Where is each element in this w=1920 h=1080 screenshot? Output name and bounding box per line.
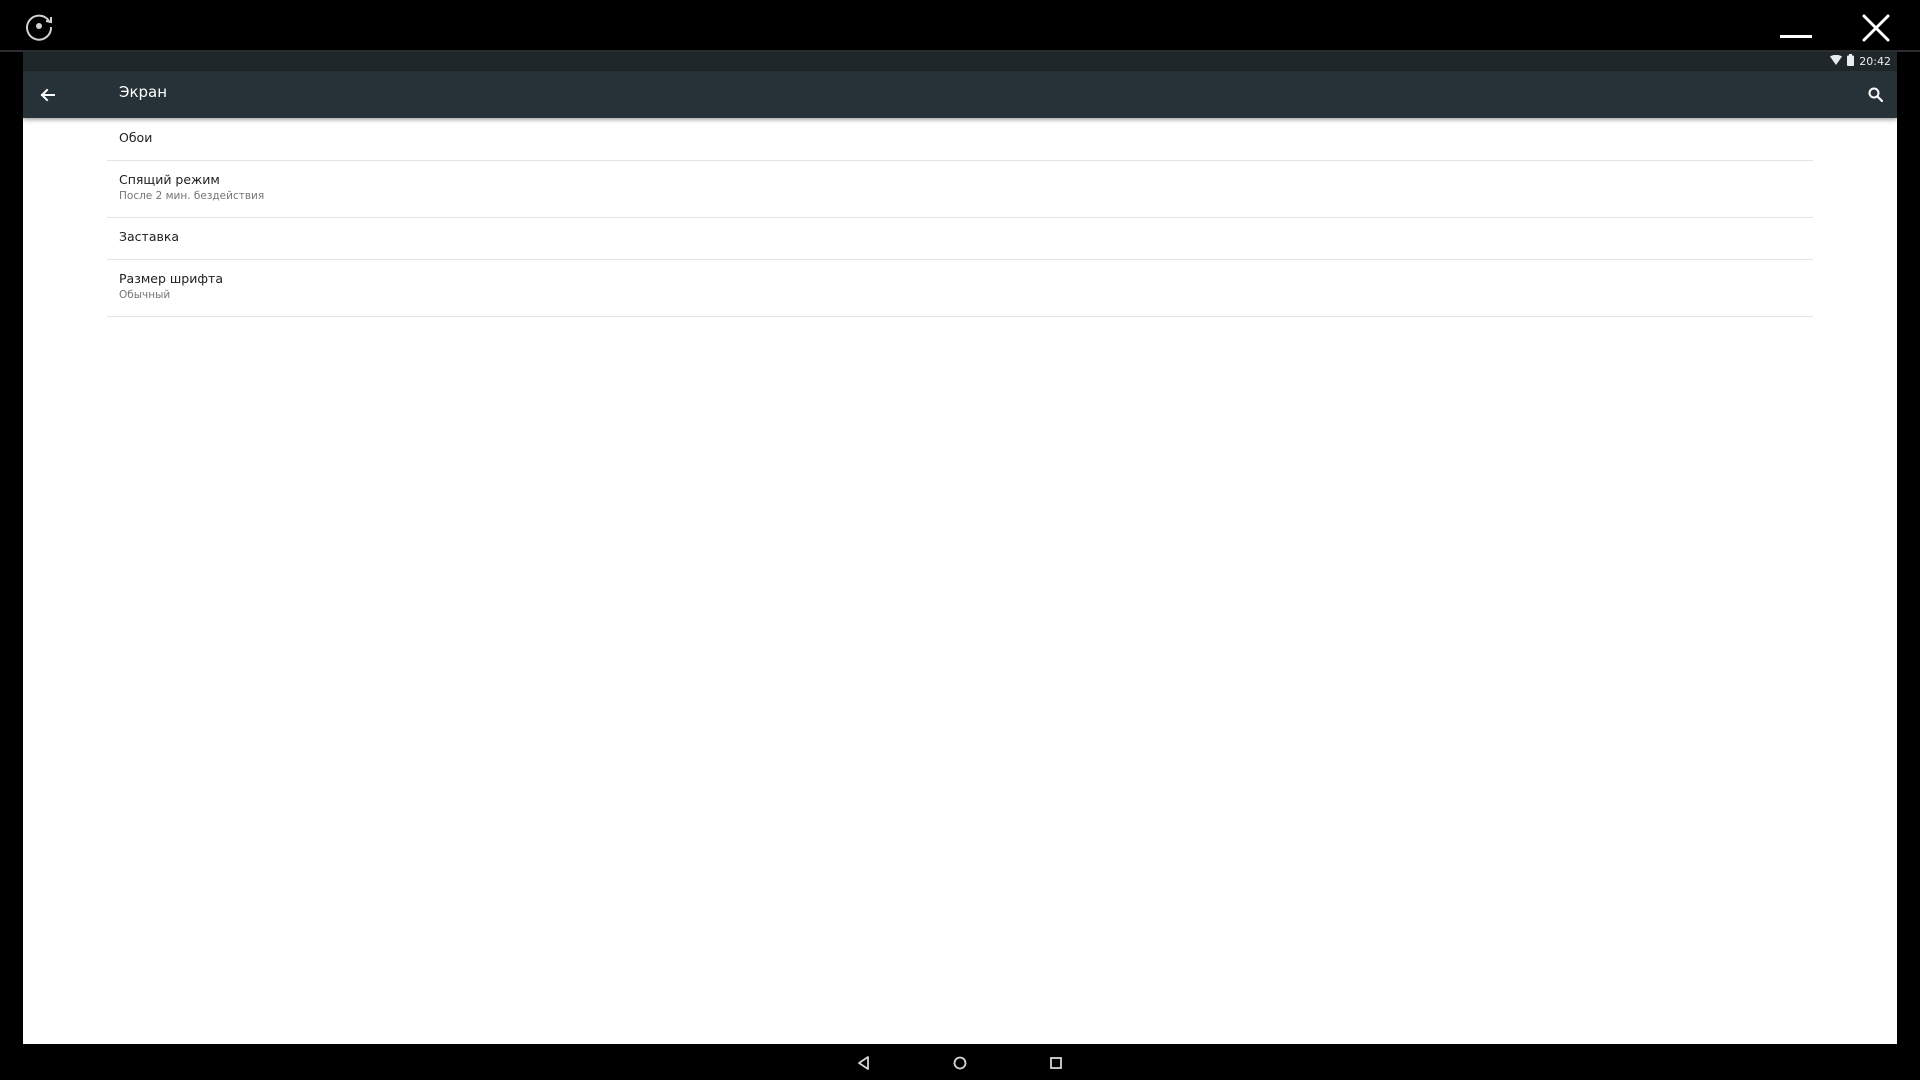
close-icon[interactable]	[1858, 10, 1894, 46]
minimize-icon[interactable]	[1776, 14, 1816, 44]
settings-item-title: Спящий режим	[119, 172, 220, 187]
settings-item-wallpaper[interactable]: Обои	[107, 119, 1813, 161]
settings-item-font-size[interactable]: Размер шрифта Обычный	[107, 260, 1813, 317]
nav-recents-icon[interactable]	[1045, 1052, 1067, 1074]
status-bar: 20:42	[23, 52, 1897, 71]
nav-back-icon[interactable]	[853, 1052, 875, 1074]
settings-item-subtitle: Обычный	[119, 289, 171, 301]
app-bar: Экран	[23, 71, 1897, 118]
nav-home-icon[interactable]	[949, 1052, 971, 1074]
navigation-bar	[0, 1044, 1920, 1080]
status-icons: 20:42	[1830, 54, 1891, 69]
settings-item-sleep[interactable]: Спящий режим После 2 мин. бездействия	[107, 161, 1813, 218]
settings-item-title: Заставка	[119, 229, 180, 244]
page-title: Экран	[119, 83, 168, 101]
rotate-icon[interactable]	[22, 9, 56, 43]
wifi-icon	[1830, 54, 1843, 68]
emulator-titlebar	[0, 0, 1920, 50]
android-screen: 20:42 Экран Обои Спящий режим После 2 ми…	[23, 52, 1897, 1044]
settings-item-title: Размер шрифта	[119, 271, 223, 286]
status-time: 20:42	[1859, 55, 1891, 68]
settings-item-title: Обои	[119, 130, 153, 145]
settings-item-screensaver[interactable]: Заставка	[107, 218, 1813, 260]
settings-item-subtitle: После 2 мин. бездействия	[119, 190, 265, 202]
settings-list: Обои Спящий режим После 2 мин. бездейств…	[107, 119, 1813, 317]
search-icon[interactable]	[1863, 82, 1889, 108]
arrow-back-icon[interactable]	[33, 80, 63, 110]
battery-icon	[1847, 54, 1855, 69]
